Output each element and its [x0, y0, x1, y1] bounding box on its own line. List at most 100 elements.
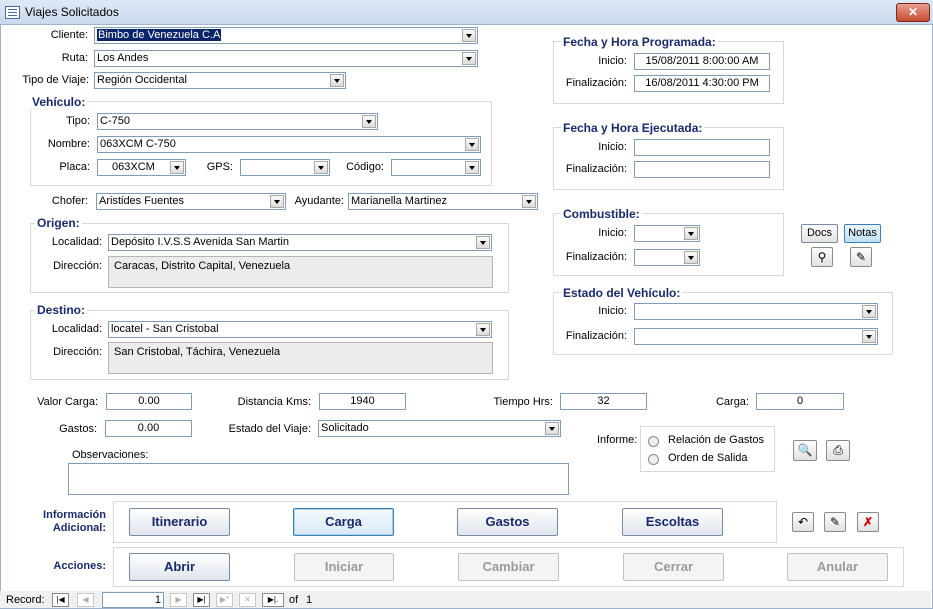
delete-button[interactable]: ✗: [857, 512, 879, 532]
programada-fin-field[interactable]: 16/08/2011 4:30:00 PM: [634, 75, 770, 92]
dropdown-arrow-icon[interactable]: [476, 236, 490, 249]
save-edit-button[interactable]: ✎: [824, 512, 846, 532]
print-button[interactable]: ⎙: [826, 440, 850, 461]
of-label: of: [289, 594, 299, 606]
first-record-icon: |◀: [56, 595, 65, 604]
combustible-inicio-label: Inicio:: [598, 227, 627, 239]
first-record-button[interactable]: |◀: [52, 593, 69, 607]
dropdown-arrow-icon[interactable]: [270, 195, 284, 208]
iniciar-button[interactable]: Iniciar: [294, 553, 394, 581]
binoculars-button[interactable]: ⚲: [811, 247, 833, 267]
combustible-inicio-combo[interactable]: [634, 225, 700, 242]
record-navigation-bar: Record: |◀ ◀ 1 ▶ ▶| ▶* ✕ ▶|. of 1: [0, 591, 931, 608]
dropdown-arrow-icon[interactable]: [465, 138, 479, 151]
relacion-gastos-radio[interactable]: [648, 436, 659, 447]
estado-vehiculo-inicio-combo[interactable]: [634, 303, 878, 320]
gastos-button[interactable]: Gastos: [457, 508, 558, 536]
docs-button[interactable]: Docs: [801, 224, 838, 243]
edit-note-icon: ✎: [855, 250, 867, 264]
distancia-field[interactable]: 1940: [319, 393, 406, 410]
dropdown-arrow-icon[interactable]: [862, 305, 876, 318]
ruta-combo[interactable]: Los Andes: [94, 50, 478, 67]
ejecutada-inicio-label: Inicio:: [598, 141, 627, 153]
chofer-combo[interactable]: Aristides Fuentes: [96, 193, 286, 210]
destino-direccion-field: San Cristobal, Táchira, Venezuela: [108, 342, 493, 374]
edit-note-button[interactable]: ✎: [850, 247, 872, 267]
ruta-value: Los Andes: [97, 52, 149, 64]
dropdown-arrow-icon[interactable]: [465, 161, 479, 174]
carga-button[interactable]: Carga: [293, 508, 394, 536]
dropdown-arrow-icon[interactable]: [330, 74, 344, 87]
placa-value: 063XCM: [112, 161, 155, 173]
combustible-fin-combo[interactable]: [634, 249, 700, 266]
dropdown-arrow-icon[interactable]: [862, 330, 876, 343]
print-preview-button[interactable]: 🔍: [793, 440, 817, 461]
cliente-label: Cliente:: [50, 29, 88, 41]
gastos-field[interactable]: 0.00: [105, 420, 192, 437]
cerrar-button[interactable]: Cerrar: [623, 553, 724, 581]
acciones-label: Acciones:: [53, 560, 106, 572]
estado-vehiculo-fin-label: Finalización:: [565, 330, 627, 342]
dropdown-arrow-icon[interactable]: [462, 52, 476, 65]
dropdown-arrow-icon[interactable]: [314, 161, 328, 174]
programada-inicio-field[interactable]: 15/08/2011 8:00:00 AM: [634, 53, 770, 70]
programada-title: Fecha y Hora Programada:: [561, 35, 718, 49]
new-record-button[interactable]: ▶*: [216, 593, 233, 607]
filter-button[interactable]: ✕: [239, 593, 256, 607]
dropdown-arrow-icon[interactable]: [476, 323, 490, 336]
dropdown-arrow-icon[interactable]: [545, 422, 559, 435]
next-record-button[interactable]: ▶: [170, 593, 187, 607]
anular-button[interactable]: Anular: [787, 553, 888, 581]
escoltas-button[interactable]: Escoltas: [622, 508, 723, 536]
estado-viaje-combo[interactable]: Solicitado: [318, 420, 561, 437]
carga-field[interactable]: 0: [756, 393, 844, 410]
origen-localidad-combo[interactable]: Depósito I.V.S.S Avenida San Martin: [108, 234, 492, 251]
ejecutada-inicio-field[interactable]: [634, 139, 770, 156]
observaciones-field[interactable]: [68, 463, 569, 495]
vehiculo-tipo-combo[interactable]: C-750: [97, 113, 378, 130]
valor-carga-field[interactable]: 0.00: [106, 393, 192, 410]
current-record-field[interactable]: 1: [102, 592, 164, 608]
vehiculo-tipo-value: C-750: [100, 115, 130, 127]
window-title: Viajes Solicitados: [25, 5, 119, 19]
info-adicional-label1: Información: [43, 509, 106, 521]
info-adicional-label2: Adicional:: [52, 522, 106, 534]
vehiculo-nombre-value: 063XCM C-750: [100, 138, 176, 150]
close-icon: ✕: [907, 5, 919, 19]
placa-combo[interactable]: 063XCM: [97, 159, 186, 176]
tipo-viaje-combo[interactable]: Región Occidental: [94, 72, 346, 89]
gps-combo[interactable]: [240, 159, 330, 176]
itinerario-button[interactable]: Itinerario: [129, 508, 230, 536]
last-record-button[interactable]: ▶|: [193, 593, 210, 607]
informe-group: [640, 426, 775, 472]
tiempo-field[interactable]: 32: [560, 393, 647, 410]
cambiar-button[interactable]: Cambiar: [458, 553, 559, 581]
orden-salida-radio[interactable]: [648, 454, 659, 465]
ayudante-value: Marianella Martinez: [351, 195, 447, 207]
notas-button[interactable]: Notas: [844, 224, 881, 243]
destino-localidad-combo[interactable]: locatel - San Cristobal: [108, 321, 492, 338]
dropdown-arrow-icon[interactable]: [684, 227, 698, 240]
estado-vehiculo-fin-combo[interactable]: [634, 328, 878, 345]
placa-label: Placa:: [59, 161, 90, 173]
cliente-value: Bimbo de Venezuela C.A: [97, 29, 222, 41]
close-button[interactable]: ✕: [896, 3, 930, 22]
cliente-combo[interactable]: Bimbo de Venezuela C.A: [94, 27, 478, 44]
chofer-value: Aristides Fuentes: [99, 195, 184, 207]
undo-button[interactable]: ↶: [792, 512, 814, 532]
ayudante-combo[interactable]: Marianella Martinez: [348, 193, 538, 210]
informe-label: Informe:: [597, 434, 638, 446]
prev-record-button[interactable]: ◀: [77, 593, 94, 607]
dropdown-arrow-icon[interactable]: [462, 29, 476, 42]
origen-direccion-field: Caracas, Distrito Capital, Venezuela: [108, 256, 493, 288]
ejecutada-fin-field[interactable]: [634, 161, 770, 178]
observaciones-label: Observaciones:: [72, 449, 149, 461]
dropdown-arrow-icon[interactable]: [362, 115, 376, 128]
abrir-button[interactable]: Abrir: [129, 553, 230, 581]
dropdown-arrow-icon[interactable]: [684, 251, 698, 264]
dropdown-arrow-icon[interactable]: [522, 195, 536, 208]
codigo-combo[interactable]: [391, 159, 481, 176]
dropdown-arrow-icon[interactable]: [170, 161, 184, 174]
search-record-button[interactable]: ▶|.: [262, 593, 284, 607]
vehiculo-nombre-combo[interactable]: 063XCM C-750: [97, 136, 481, 153]
